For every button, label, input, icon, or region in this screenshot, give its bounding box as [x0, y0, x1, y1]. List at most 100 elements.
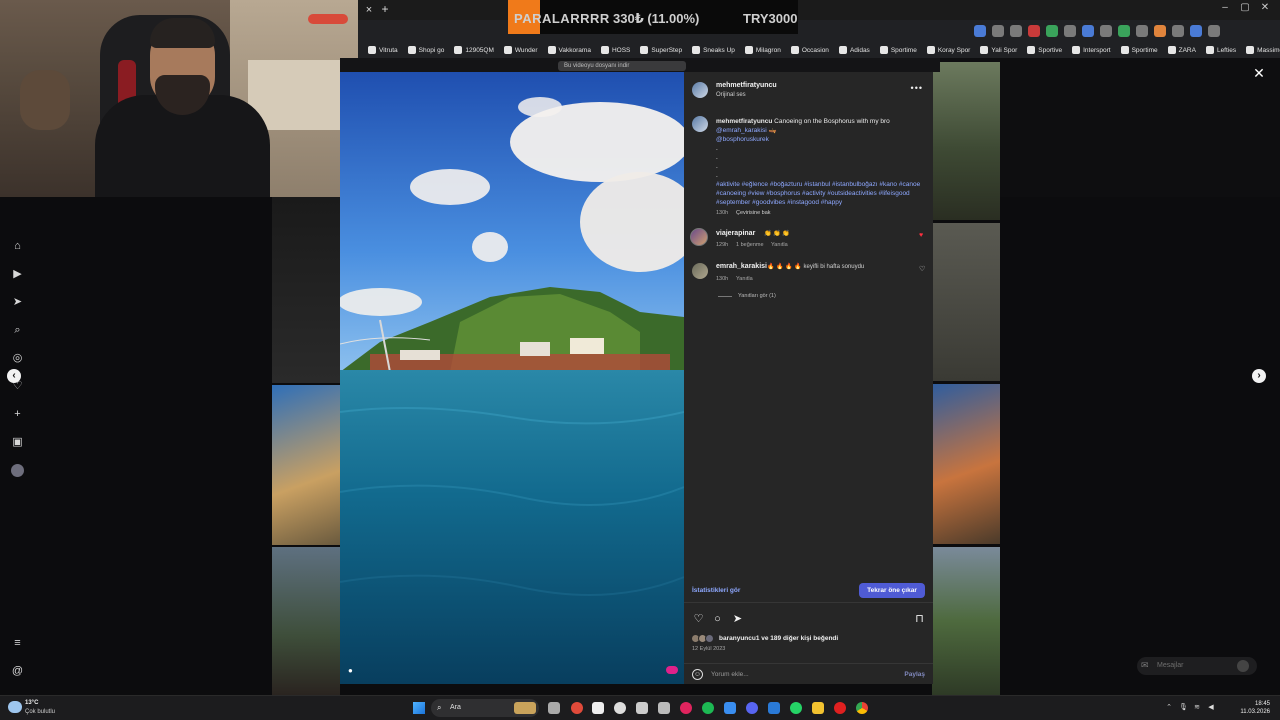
caption-hashtags[interactable]: #aktivite #eğlence #boğazturu #istanbul … [716, 181, 920, 206]
send-icon[interactable]: ➤ [11, 296, 24, 309]
volume-icon[interactable]: ◀ [1207, 704, 1215, 712]
like-heart-icon[interactable]: ♡ [692, 613, 705, 626]
grid-tile[interactable] [932, 62, 1000, 220]
search-icon[interactable]: ⌕ [11, 324, 24, 337]
liker-avatar[interactable] [705, 634, 714, 643]
view-replies-link[interactable]: Yanıtları gör (1) [738, 293, 776, 299]
extension-icon[interactable] [974, 25, 986, 37]
extension-icon[interactable] [1010, 25, 1022, 37]
bookmark-item[interactable]: Wunder [503, 46, 538, 54]
comment-icon[interactable]: ○ [711, 613, 724, 626]
extension-icon[interactable] [1046, 25, 1058, 37]
mention-link[interactable]: @emrah_karakisi [716, 127, 767, 134]
app-icon[interactable] [636, 702, 648, 714]
bookmark-item[interactable]: Sneaks Up [692, 46, 735, 54]
bookmark-item[interactable]: ZARA [1167, 46, 1196, 54]
microphone-icon[interactable]: 🎙 [1179, 704, 1188, 712]
bookmark-item[interactable]: Milagron [744, 46, 781, 54]
menu-icon[interactable]: ≡ [11, 637, 24, 650]
extension-icon[interactable] [1208, 25, 1220, 37]
comment-likes[interactable]: 1 beğenme [736, 242, 764, 248]
close-tab-icon[interactable]: × [362, 3, 376, 17]
comment-username[interactable]: viajerapinar [716, 230, 755, 237]
minimize-icon[interactable]: – [1216, 2, 1234, 13]
share-send-icon[interactable]: ➤ [731, 613, 744, 626]
more-options-icon[interactable]: ••• [911, 83, 923, 93]
boost-again-button[interactable]: Tekrar öne çıkar [859, 583, 925, 598]
tray-overflow-icon[interactable]: ⌃ [1165, 704, 1173, 712]
grid-tile[interactable] [272, 547, 340, 695]
audio-indicator-icon[interactable] [666, 666, 678, 674]
bookmark-item[interactable]: Sportime [1120, 46, 1158, 54]
messages-button[interactable]: ✉ Mesajlar [1137, 657, 1257, 675]
bookmark-item[interactable]: Koray Spor [926, 46, 970, 54]
new-tab-button[interactable]: + [378, 2, 392, 16]
comment-liked-heart-icon[interactable]: ♥ [919, 232, 923, 239]
bookmark-item[interactable]: Vakkorama [547, 46, 591, 54]
liked-by-text[interactable]: baranyuncu1 ve 189 diğer kişi beğendi [719, 635, 838, 642]
author-username[interactable]: mehmetfiratyuncu [716, 82, 777, 89]
file-explorer-icon[interactable] [812, 702, 824, 714]
post-comment-button[interactable]: Paylaş [904, 671, 925, 678]
maximize-icon[interactable]: ▢ [1236, 2, 1254, 13]
home-icon[interactable]: ⌂ [11, 240, 24, 253]
app-icon[interactable] [658, 702, 670, 714]
bookmark-item[interactable]: Intersport [1072, 46, 1111, 54]
create-icon[interactable]: + [11, 408, 24, 421]
audio-label[interactable]: Orijinal ses [716, 92, 746, 98]
extension-icon[interactable] [1082, 25, 1094, 37]
commenter-avatar[interactable] [690, 228, 708, 246]
reply-link[interactable]: Yanıtla [736, 276, 753, 282]
app-icon[interactable] [724, 702, 736, 714]
bookmark-item[interactable]: Occasion [790, 46, 829, 54]
tagged-users-icon[interactable]: ● [348, 666, 358, 676]
windows-start-icon[interactable] [413, 702, 425, 714]
reply-link[interactable]: Yanıtla [771, 242, 788, 248]
post-media[interactable]: ● [340, 72, 684, 684]
extension-icon[interactable] [1172, 25, 1184, 37]
comment-heart-icon[interactable]: ♡ [919, 265, 925, 273]
extension-icon[interactable] [1064, 25, 1076, 37]
grid-tile[interactable] [932, 384, 1000, 544]
bookmark-item[interactable]: Shopi go [407, 46, 444, 54]
bookmark-item[interactable]: Yali Spor [980, 46, 1017, 54]
grid-tile[interactable] [272, 385, 340, 545]
bookmark-item[interactable]: Sportime [879, 46, 917, 54]
close-modal-icon[interactable]: ✕ [1252, 66, 1266, 80]
bookmark-icon[interactable]: ⊓ [913, 613, 926, 626]
whatsapp-icon[interactable] [790, 702, 802, 714]
extension-icon[interactable] [1118, 25, 1130, 37]
comment-input[interactable]: Yorum ekle... [711, 671, 749, 678]
caption-avatar[interactable] [692, 116, 708, 132]
extension-icon[interactable] [1154, 25, 1166, 37]
reels-icon[interactable]: ▶ [11, 268, 24, 281]
wifi-icon[interactable]: ≋ [1193, 704, 1201, 712]
download-video-pill[interactable]: Bu videoyu dosyanı indir [558, 61, 686, 71]
view-insights-link[interactable]: İstatistikleri gör [692, 587, 740, 594]
task-view-icon[interactable] [548, 702, 560, 714]
bookmark-item[interactable]: SuperStep [640, 46, 682, 54]
threads-icon[interactable]: @ [11, 665, 24, 678]
chrome-icon[interactable] [856, 702, 868, 714]
bookmark-item[interactable]: Adidas [838, 46, 870, 54]
bookmark-item[interactable]: 12905QM [454, 46, 494, 54]
explore-icon[interactable]: ◎ [11, 352, 24, 365]
see-translation-link[interactable]: Çevirisine bak [736, 210, 771, 216]
opera-icon[interactable] [834, 702, 846, 714]
grid-tile[interactable] [932, 547, 1000, 695]
app-icon[interactable] [592, 702, 604, 714]
mention-link[interactable]: @bosphoruskurek [716, 136, 769, 143]
previous-post-button[interactable]: ‹ [7, 369, 21, 383]
bookmark-item[interactable]: Sportive [1027, 46, 1062, 54]
app-icon[interactable] [571, 702, 583, 714]
extension-icon[interactable] [1100, 25, 1112, 37]
emoji-icon[interactable]: ☺ [692, 669, 703, 680]
extension-icon[interactable] [1190, 25, 1202, 37]
commenter-avatar[interactable] [692, 263, 708, 279]
window-close-icon[interactable]: ✕ [1256, 2, 1274, 13]
next-post-button[interactable]: › [1252, 369, 1266, 383]
spotify-icon[interactable] [702, 702, 714, 714]
app-icon[interactable] [680, 702, 692, 714]
bookmark-item[interactable]: HOSS [600, 46, 630, 54]
grid-tile[interactable] [932, 223, 1000, 381]
